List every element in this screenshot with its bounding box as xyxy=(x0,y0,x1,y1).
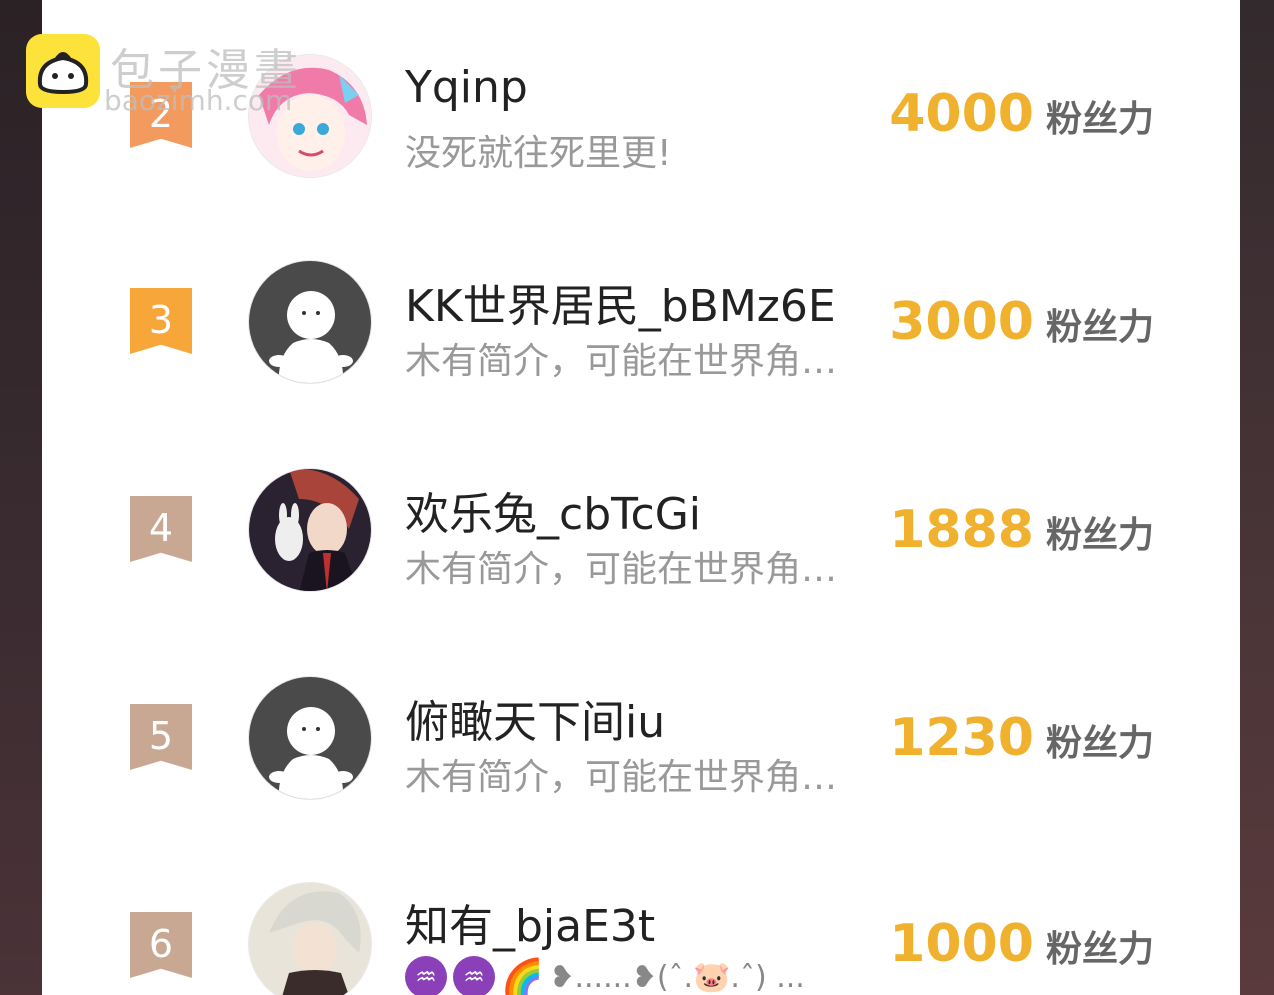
avatar[interactable] xyxy=(248,260,372,384)
fans-number: 1000 xyxy=(889,914,1034,974)
rank-badge: 5 xyxy=(130,704,192,770)
user-name[interactable]: 俯瞰天下间iu xyxy=(405,686,665,750)
rank-badge: 3 xyxy=(130,288,192,354)
fans-score: 3000 粉丝力 xyxy=(889,292,1154,352)
fans-unit: 粉丝力 xyxy=(1045,515,1154,556)
list-item[interactable]: 3 KK世界居民_bBMz6E 木有简介，可能在世界角… 3000 粉丝力 xyxy=(42,236,1240,406)
rainbow-icon: 🌈 xyxy=(501,958,544,995)
aquarius-icon: ♒ xyxy=(453,956,495,995)
fans-score: 1000 粉丝力 xyxy=(889,914,1154,974)
rank-badge: 4 xyxy=(130,496,192,562)
list-item[interactable]: 5 俯瞰天下间iu 木有简介，可能在世界角… 1230 粉丝力 xyxy=(42,652,1240,822)
user-bio: 木有简介，可能在世界角… xyxy=(405,341,838,382)
watermark-subtitle: baozimh.com xyxy=(104,84,293,117)
avatar[interactable] xyxy=(248,882,372,995)
user-bio: 木有简介，可能在世界角… xyxy=(405,757,838,798)
fans-number: 3000 xyxy=(889,292,1034,352)
fans-unit: 粉丝力 xyxy=(1045,307,1154,348)
fans-unit: 粉丝力 xyxy=(1045,929,1154,970)
fans-score: 1888 粉丝力 xyxy=(889,500,1154,560)
fans-ranking-list: 2 Yqinp 没死就往死里更! 4000 粉丝力 3 KK世界居民_bBMz6… xyxy=(42,0,1240,995)
avatar[interactable] xyxy=(248,468,372,592)
fans-unit: 粉丝力 xyxy=(1045,99,1154,140)
bio-text: ❥......❥(ˆ.🐷.ˆ) ... xyxy=(549,959,805,995)
fans-unit: 粉丝力 xyxy=(1045,723,1154,764)
user-name[interactable]: 知有_bjaE3t xyxy=(405,890,655,954)
user-bio: ♒ ♒ 🌈 ❥......❥(ˆ.🐷.ˆ) ... xyxy=(405,956,805,995)
watermark-logo-icon xyxy=(26,34,100,108)
background-left xyxy=(0,0,42,995)
fans-number: 1888 xyxy=(889,500,1034,560)
user-bio: 木有简介，可能在世界角… xyxy=(405,549,838,590)
background-right xyxy=(1240,0,1274,995)
list-item[interactable]: 4 欢乐兔_cbTcGi 木有简介，可能在世界角… 1888 粉丝力 xyxy=(42,444,1240,614)
fans-number: 1230 xyxy=(889,708,1034,768)
user-name[interactable]: 欢乐兔_cbTcGi xyxy=(405,478,701,542)
list-item[interactable]: 6 知有_bjaE3t ♒ ♒ 🌈 ❥......❥(ˆ.🐷.ˆ) ... 10… xyxy=(42,860,1240,995)
user-bio: 没死就往死里更! xyxy=(405,133,672,174)
user-name[interactable]: KK世界居民_bBMz6E xyxy=(405,270,836,334)
fans-number: 4000 xyxy=(889,84,1034,144)
rank-badge: 6 xyxy=(130,912,192,978)
fans-score: 1230 粉丝力 xyxy=(889,708,1154,768)
fans-score: 4000 粉丝力 xyxy=(889,84,1154,144)
avatar[interactable] xyxy=(248,676,372,800)
user-name[interactable]: Yqinp xyxy=(405,62,528,113)
aquarius-icon: ♒ xyxy=(405,956,447,995)
